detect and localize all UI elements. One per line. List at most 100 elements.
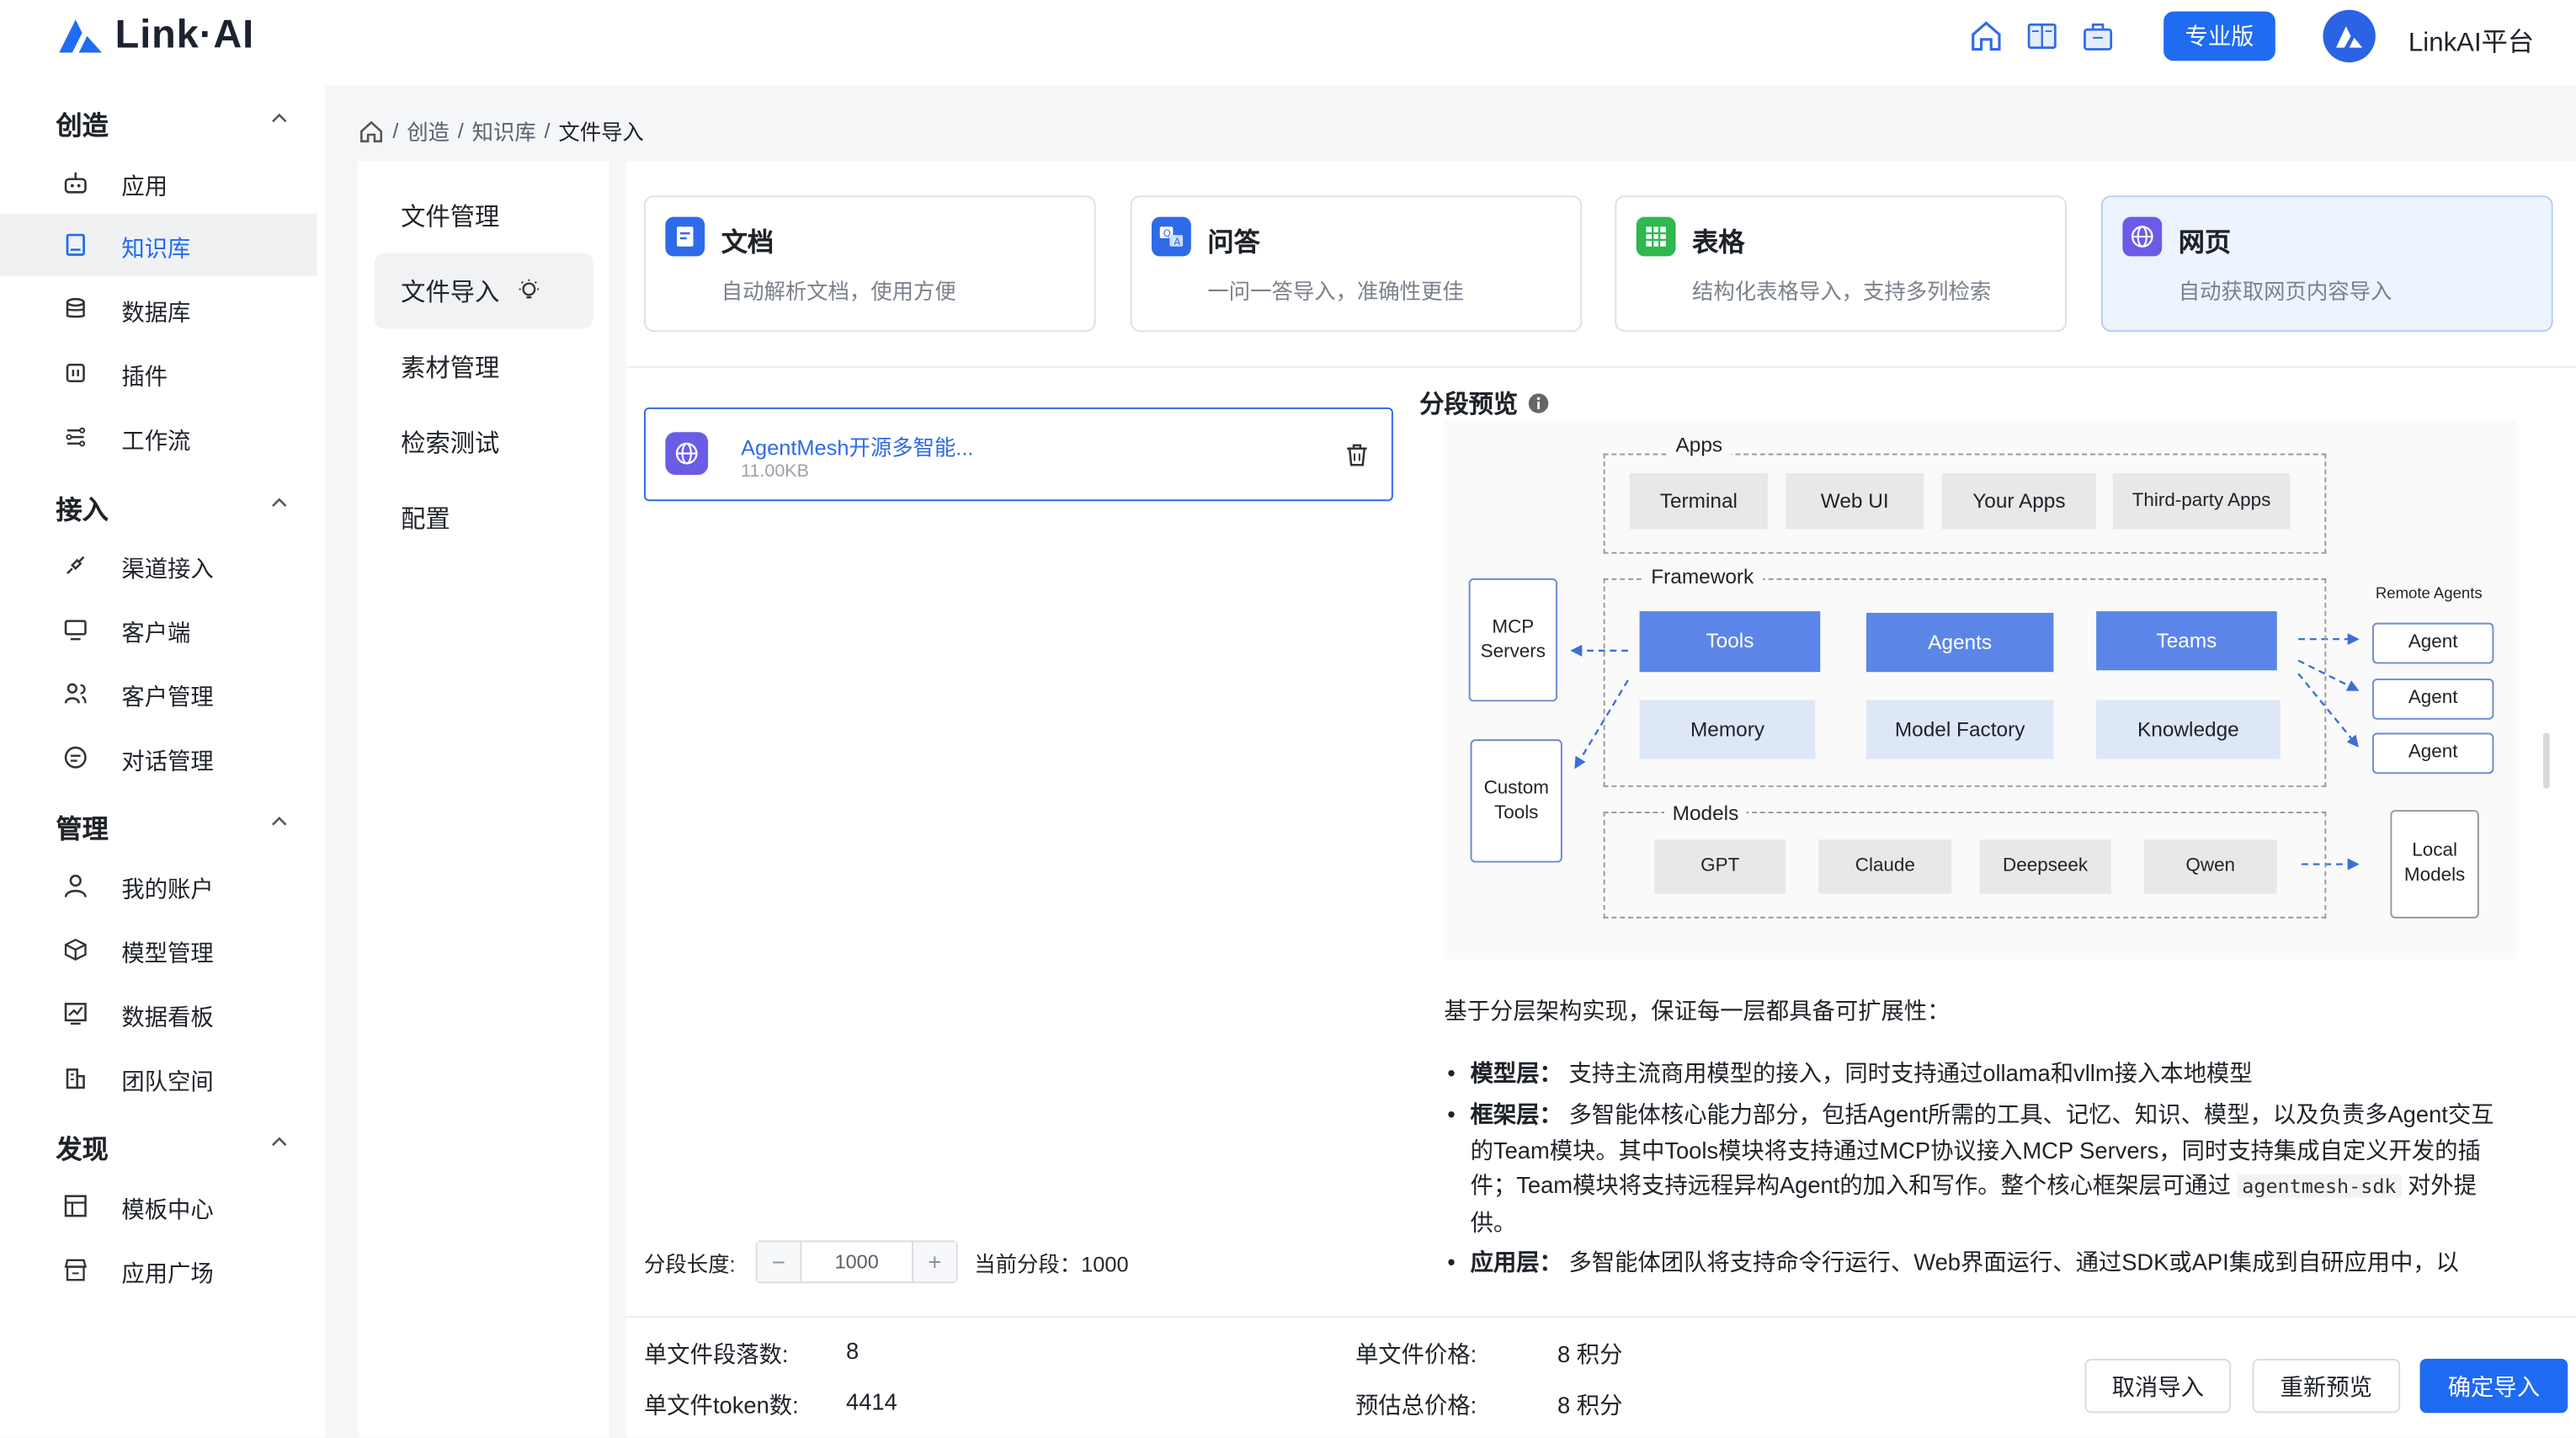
- sidebar-item-workflow[interactable]: 工作流: [0, 406, 317, 468]
- sidebar-item-account[interactable]: 我的账户: [0, 855, 317, 917]
- submenu-file-import[interactable]: 文件导入: [374, 253, 593, 329]
- submenu-file-manage[interactable]: 文件管理: [375, 178, 593, 253]
- sidebar-item-team[interactable]: 团队空间: [0, 1047, 317, 1109]
- seg-count-label: 单文件段落数:: [643, 1340, 789, 1367]
- repreview-button[interactable]: 重新预览: [2252, 1358, 2401, 1414]
- chevron-up-icon[interactable]: [269, 109, 289, 128]
- app-terminal: Terminal: [1629, 473, 1768, 530]
- home-icon[interactable]: [1968, 18, 2004, 54]
- submenu-config[interactable]: 配置: [375, 480, 593, 556]
- file-name[interactable]: AgentMesh开源多智能...: [741, 430, 973, 461]
- sidebar-item-store[interactable]: 应用广场: [0, 1238, 317, 1301]
- sidebar-item-dashboard[interactable]: 数据看板: [0, 983, 317, 1045]
- breadcrumb-knowledge[interactable]: 知识库: [472, 115, 536, 146]
- cancel-import-button[interactable]: 取消导入: [2084, 1358, 2232, 1414]
- submenu-materials[interactable]: 素材管理: [375, 328, 593, 404]
- sidebar-item-conversations[interactable]: 对话管理: [0, 727, 317, 789]
- monitor-icon: [64, 620, 87, 641]
- logo[interactable]: Link·AI: [56, 13, 254, 60]
- svg-text:Q: Q: [1163, 227, 1171, 239]
- segment-length-stepper[interactable]: − 1000 +: [755, 1240, 958, 1284]
- logo-icon: [59, 19, 102, 53]
- chevron-up-icon[interactable]: [269, 812, 289, 831]
- trash-icon[interactable]: [1344, 442, 1370, 468]
- logo-text: Link·AI: [114, 13, 255, 58]
- sidebar-item-channel[interactable]: 渠道接入: [0, 534, 317, 596]
- import-type-table[interactable]: 表格 结构化表格导入，支持多列检索: [1615, 195, 2067, 333]
- card-title: 文档: [721, 230, 774, 258]
- sidebar-item-models[interactable]: 模型管理: [0, 919, 317, 981]
- avatar[interactable]: [2323, 9, 2376, 63]
- segment-length-value[interactable]: 1000: [800, 1242, 914, 1282]
- sidebar-item-label: 团队空间: [121, 1068, 214, 1094]
- sidebar-item-label: 客户端: [121, 619, 191, 646]
- seg-count-value: 8: [846, 1337, 860, 1364]
- plugin-icon: [66, 363, 85, 383]
- sidebar-item-knowledge[interactable]: 知识库: [0, 213, 317, 276]
- sidebar-item-label: 应用广场: [121, 1260, 214, 1287]
- knowledge-submenu: 文件管理 文件导入 素材管理 检索测试 配置: [358, 161, 610, 1438]
- file-size: 11.00KB: [741, 461, 809, 482]
- plug-icon: [67, 556, 85, 574]
- preview-bullet: 模型层： 支持主流商用模型的接入，同时支持通过ollama和vllm接入本地模型: [1447, 1057, 2505, 1092]
- database-icon: [66, 297, 85, 318]
- breadcrumb-create[interactable]: 创造: [407, 115, 450, 146]
- increment-button[interactable]: +: [913, 1242, 956, 1282]
- sidebar-item-templates[interactable]: 模板中心: [0, 1174, 317, 1237]
- sidebar-section-manage[interactable]: 管理: [56, 807, 108, 846]
- price-label: 单文件价格:: [1355, 1340, 1477, 1367]
- svg-text:A: A: [1174, 236, 1180, 248]
- remote-agent: Agent: [2371, 678, 2494, 720]
- preview-bullet: 应用层： 多智能体团队将支持命令行运行、Web界面运行、通过SDK或API集成到…: [1447, 1245, 2505, 1281]
- chevron-up-icon[interactable]: [269, 493, 289, 512]
- decrement-button[interactable]: −: [757, 1242, 801, 1282]
- globe-icon: [2122, 216, 2163, 257]
- users-icon: [64, 683, 87, 704]
- home-icon[interactable]: [358, 118, 384, 144]
- sidebar-item-apps[interactable]: 应用: [0, 152, 317, 214]
- fw-model-factory: Model Factory: [1865, 700, 2054, 759]
- bullet-text: 支持主流商用模型的接入，同时支持通过ollama和vllm接入本地模型: [1568, 1059, 2253, 1086]
- divider: [625, 366, 2576, 369]
- bullet-term: 模型层：: [1470, 1059, 1562, 1086]
- submenu-label: 文件导入: [401, 278, 500, 306]
- model-qwen: Qwen: [2143, 839, 2277, 894]
- sidebar-item-label: 工作流: [121, 427, 191, 454]
- bullet-code: agentmesh-sdk: [2237, 1174, 2402, 1198]
- app-your-apps: Your Apps: [1941, 473, 2097, 530]
- info-icon[interactable]: [1528, 392, 1549, 413]
- avatar-logo-icon: [2336, 26, 2363, 48]
- sidebar-section-access[interactable]: 接入: [56, 488, 108, 528]
- preview-scrollbar[interactable]: [2542, 732, 2550, 789]
- model-gpt: GPT: [1654, 839, 1786, 894]
- sidebar-item-client[interactable]: 客户端: [0, 598, 317, 660]
- sidebar-section-discover[interactable]: 发现: [56, 1127, 108, 1167]
- chevron-up-icon[interactable]: [269, 1132, 289, 1152]
- sidebar-section-create[interactable]: 创造: [56, 104, 108, 143]
- import-type-document[interactable]: 文档 自动解析文档，使用方便: [643, 195, 1096, 333]
- app-third-party: Third-party Apps: [2112, 473, 2291, 530]
- briefcase-icon[interactable]: [2080, 18, 2116, 54]
- segment-length-label: 分段长度:: [643, 1252, 736, 1277]
- book-icon[interactable]: [2024, 18, 2060, 54]
- sidebar-item-customers[interactable]: 客户管理: [0, 662, 317, 724]
- import-type-qa[interactable]: QA 问答 一问一答导入，准确性更佳: [1130, 195, 1583, 333]
- import-type-webpage[interactable]: 网页 自动获取网页内容导入: [2100, 195, 2553, 333]
- token-count-value: 4414: [846, 1388, 897, 1415]
- fw-agents: Agents: [1865, 612, 2054, 673]
- file-item[interactable]: AgentMesh开源多智能... 11.00KB: [643, 407, 1393, 502]
- confirm-import-button[interactable]: 确定导入: [2419, 1358, 2568, 1414]
- sidebar-item-database[interactable]: 数据库: [0, 278, 317, 340]
- current-segment-label: 当前分段：: [974, 1252, 1082, 1277]
- preview-content: Apps Terminal Web UI Your Apps Third-par…: [1428, 420, 2545, 1286]
- sidebar-item-label: 客户管理: [121, 683, 214, 711]
- architecture-diagram: Apps Terminal Web UI Your Apps Third-par…: [1444, 420, 2517, 960]
- sidebar-item-label: 插件: [121, 363, 168, 390]
- sidebar-item-label: 我的账户: [121, 876, 214, 903]
- sidebar-item-plugins[interactable]: 插件: [0, 342, 317, 404]
- pro-button[interactable]: 专业版: [2164, 11, 2275, 61]
- platform-label[interactable]: LinkAI平台: [2408, 19, 2534, 59]
- submenu-search-test[interactable]: 检索测试: [375, 404, 593, 480]
- top-header: Link·AI 专业版 LinkAI平台: [0, 0, 2576, 86]
- sidebar-item-label: 应用: [121, 172, 168, 200]
